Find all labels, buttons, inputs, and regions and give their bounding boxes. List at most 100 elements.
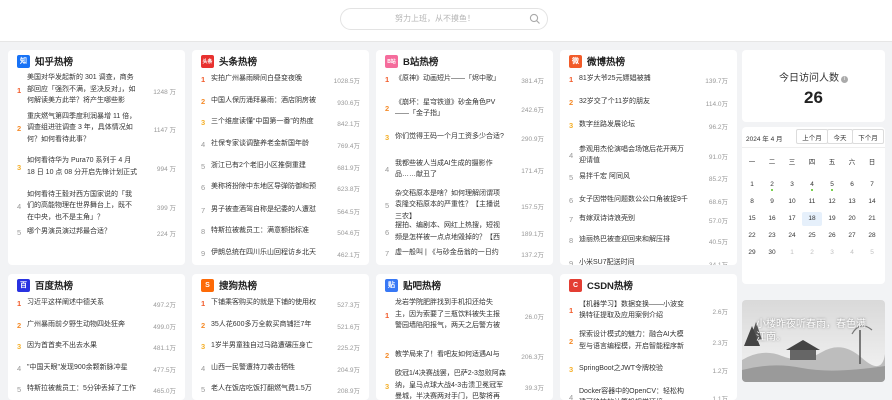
item-title[interactable]: 81岁大爷25元嫖娼被捕 <box>579 73 690 85</box>
item-title[interactable]: 浙江已有2个老旧小区推倒重建 <box>211 160 322 172</box>
list-item[interactable]: 4 山西一民警遭持刀袭击牺牲 <box>201 362 360 374</box>
calendar-day[interactable]: 9 <box>762 195 782 209</box>
calendar-day[interactable]: 28 <box>862 229 882 243</box>
item-title[interactable]: 杂交稻原本是啥？如何理解闭谓项袁隆交稻原本的严重性？【主播说三农】 <box>395 188 506 223</box>
list-item[interactable]: 2 探索设计模式的魅力：融合AI大模型与语言编程模，开启智能程序新纪元 <box>569 329 728 353</box>
item-title[interactable]: 哪个男演员演过邦最合适？ <box>27 226 138 238</box>
item-title[interactable]: 特斯拉被裁员工：5分钟丢掉了工作 <box>27 383 138 395</box>
list-item[interactable]: 7 有嫁双诗诗浪壳别 <box>569 213 728 225</box>
item-title[interactable]: 【机器学习】数据变换——小波变换特征提取及应用案例介绍 <box>579 299 690 322</box>
list-item[interactable]: 4 如何看待王毅对西方国家说的「我们的高能物理在世界舞台上，既不在中央，也不是主角… <box>17 188 176 224</box>
item-title[interactable]: 重庆燃气第四季度利润暴增 11 倍，调查组进驻调查 3 年，具体情况如何？如何看… <box>27 111 138 146</box>
list-item[interactable]: 3 你们觉得王码一个月工资多少合适? <box>385 131 544 143</box>
item-title[interactable]: 因为首首卖不出去水果 <box>27 340 138 352</box>
calendar-day[interactable]: 19 <box>822 212 842 226</box>
list-item[interactable]: 9 伊朗总统在四川乐山回程访乡北天 <box>201 247 360 259</box>
search-box[interactable]: 努力上班，从不摸鱼！ <box>340 8 548 30</box>
list-item[interactable]: 6 美称将扮除中东地区导弹防御和预警 <box>201 181 360 193</box>
calendar-day[interactable]: 6 <box>842 178 862 192</box>
list-item[interactable]: 4 Docker容器中的OpenCV：轻松构建可移植的计算机视觉环境 <box>569 385 728 400</box>
info-icon[interactable]: i <box>841 76 848 83</box>
item-title[interactable]: 教学局来了！看吧友如何适遇AI与教育。 <box>395 349 506 361</box>
list-item[interactable]: 6 摆拍、编剧本、网红上热搜，短视频是怎样被一点点地毁掉的？【西罗夜谈】 <box>385 220 544 244</box>
prev-month-button[interactable]: 上个月 <box>796 129 828 144</box>
item-title[interactable]: 35人花600多万全款买商铺拦7年 <box>211 319 322 331</box>
calendar-day[interactable]: 2 <box>762 178 782 192</box>
item-title[interactable]: 如何看待王毅对西方国家说的「我们的高能物理在世界舞台上，既不在中央，也不是主角」… <box>27 189 138 224</box>
item-title[interactable]: 女子因带牲问题数公公口角被捉9千皆 <box>579 194 690 206</box>
calendar-day[interactable]: 8 <box>742 195 762 209</box>
next-month-button[interactable]: 下个月 <box>852 129 884 144</box>
search-icon[interactable] <box>529 13 541 25</box>
calendar-day[interactable]: 16 <box>762 212 782 226</box>
item-title[interactable]: 山西一民警遭持刀袭击牺牲 <box>211 362 322 374</box>
calendar-day[interactable]: 21 <box>862 212 882 226</box>
calendar-day[interactable]: 14 <box>862 195 882 209</box>
item-title[interactable]: 下铺乘客购买的就是下铺的使用权 <box>211 297 322 309</box>
list-item[interactable]: 2 35人花600多万全款买商铺拦7年 <box>201 319 360 331</box>
calendar-day[interactable]: 1 <box>742 178 762 192</box>
calendar-day[interactable]: 5 <box>862 246 882 260</box>
item-title[interactable]: 我都些被人当成AI生成的摄影作品……献丑了 <box>395 158 506 181</box>
list-item[interactable]: 1 龙岩学院肥胖找到手机扣还给失主，因为索要了三瓶饮料被失主报警园墙陷阳报气，两天… <box>385 297 544 333</box>
calendar-day[interactable]: 12 <box>822 195 842 209</box>
calendar-day[interactable]: 30 <box>762 246 782 260</box>
list-item[interactable]: 1 美国对华发起新的 301 调查，商务部回应「强烈不满，坚决反对」，如何解读美方… <box>17 72 176 108</box>
list-item[interactable]: 4 "中国天眼"发现900余颗新脉冲星 <box>17 362 176 374</box>
calendar-day[interactable]: 4 <box>842 246 862 260</box>
list-item[interactable]: 1 下铺乘客购买的就是下铺的使用权 <box>201 297 360 309</box>
list-item[interactable]: 2 重庆燃气第四季度利润暴增 11 倍，调查组进驻调查 3 年，具体情况如何？如何… <box>17 110 176 146</box>
calendar-day[interactable]: 2 <box>802 246 822 260</box>
list-item[interactable]: 3 三个维度读懂“中国第一番”的热度 <box>201 116 360 128</box>
item-title[interactable]: 欧冠1/4决赛战罢，巴萨2-3忽败阿森纳，皇马点球大战4-3击溃卫冕冠军曼城，半… <box>395 368 506 400</box>
list-item[interactable]: 7 男子被查酒驾自称是纪委的人遭怼 <box>201 204 360 216</box>
list-item[interactable]: 5 哪个男演员演过邦最合适？ <box>17 226 176 238</box>
item-title[interactable]: 美称将扮除中东地区导弹防御和预警 <box>211 181 322 193</box>
item-title[interactable]: 伊朗总统在四川乐山回程访乡北天 <box>211 247 322 259</box>
calendar-day[interactable]: 17 <box>782 212 802 226</box>
today-button[interactable]: 今天 <box>827 129 853 144</box>
calendar-day[interactable]: 20 <box>842 212 862 226</box>
item-title[interactable]: Docker容器中的OpenCV：轻松构建可移植的计算机视觉环境 <box>579 386 690 400</box>
item-title[interactable]: 32岁交了个11岁的朋友 <box>579 96 690 108</box>
calendar-day[interactable]: 4 <box>802 178 822 192</box>
list-item[interactable]: 5 特斯拉被裁员工：5分钟丢掉了工作 <box>17 383 176 395</box>
calendar-day[interactable]: 27 <box>842 229 862 243</box>
list-item[interactable]: 4 参观用杰伦演唱会场馆后花开两万迎请值 <box>569 143 728 167</box>
list-item[interactable]: 2 《崩坏：星穹铁道》砂金角色PV——「金子指」 <box>385 96 544 120</box>
item-title[interactable]: 习近平这样阐述中德关系 <box>27 297 138 309</box>
item-title[interactable]: 小米SU7配送时间 <box>579 257 690 265</box>
item-title[interactable]: 有嫁双诗诗浪壳别 <box>579 213 690 225</box>
list-item[interactable]: 5 易拌千宏 阿同风 <box>569 171 728 183</box>
list-item[interactable]: 2 中国人保历涌拜暴雨：酒店阴房被淹 <box>201 95 360 107</box>
item-title[interactable]: 探索设计模式的魅力：融合AI大模型与语言编程模，开启智能程序新纪元 <box>579 329 690 353</box>
item-title[interactable]: 参观用杰伦演唱会场馆后花开两万迎请值 <box>579 144 690 167</box>
list-item[interactable]: 3 数字丝路发展论坛 <box>569 119 728 131</box>
list-item[interactable]: 3 欧冠1/4决赛战罢，巴萨2-3忽败阿森纳，皇马点球大战4-3击溃卫冕冠军曼城，… <box>385 368 544 400</box>
list-item[interactable]: 5 老人在饭店吃饭打翻燃气费1.5万 <box>201 383 360 395</box>
item-title[interactable]: 你们觉得王码一个月工资多少合适? <box>395 131 506 143</box>
item-title[interactable]: "中国天眼"发现900余颗新脉冲星 <box>27 362 138 374</box>
item-title[interactable]: 特斯拉被裁员工：满意额指标准 <box>211 225 322 237</box>
list-item[interactable]: 8 迪丽热巴被查迎回来和解压排 <box>569 234 728 246</box>
list-item[interactable]: 2 32岁交了个11岁的朋友 <box>569 96 728 108</box>
calendar-day[interactable]: 7 <box>862 178 882 192</box>
list-item[interactable]: 4 我都些被人当成AI生成的摄影作品……献丑了 <box>385 157 544 181</box>
item-title[interactable]: SpringBoot之JWT令牌校验 <box>579 363 690 375</box>
item-title[interactable]: 实拍广州暴雨瞬间白昼变夜晚 <box>211 73 322 85</box>
list-item[interactable]: 1 【机器学习】数据变换——小波变换特征提取及应用案例介绍 <box>569 298 728 322</box>
list-item[interactable]: 9 小米SU7配送时间 <box>569 257 728 266</box>
calendar-day[interactable]: 18 <box>802 212 822 226</box>
list-item[interactable]: 3 1岁半男童独自过马路遭碾压身亡 <box>201 340 360 352</box>
calendar-day[interactable]: 23 <box>762 229 782 243</box>
item-title[interactable]: 摆拍、编剧本、网红上热搜，短视频是怎样被一点点地毁掉的？【西罗夜谈】 <box>395 220 506 244</box>
list-item[interactable]: 3 如何看待华为 Pura70 系列于 4 月 18 日 10 点 08 分开启先… <box>17 155 176 179</box>
list-item[interactable]: 2 广州暴雨前夕野生动物四处狂奔 <box>17 319 176 331</box>
item-title[interactable]: 1岁半男童独自过马路遭碾压身亡 <box>211 340 322 352</box>
calendar-day[interactable]: 26 <box>822 229 842 243</box>
calendar-day[interactable]: 25 <box>802 229 822 243</box>
item-title[interactable]: 中国人保历涌拜暴雨：酒店阴房被淹 <box>211 95 322 107</box>
calendar-day[interactable]: 10 <box>782 195 802 209</box>
list-item[interactable]: 8 特斯拉被裁员工：满意额指标准 <box>201 225 360 237</box>
list-item[interactable]: 2 教学局来了！看吧友如何适遇AI与教育。 <box>385 349 544 361</box>
